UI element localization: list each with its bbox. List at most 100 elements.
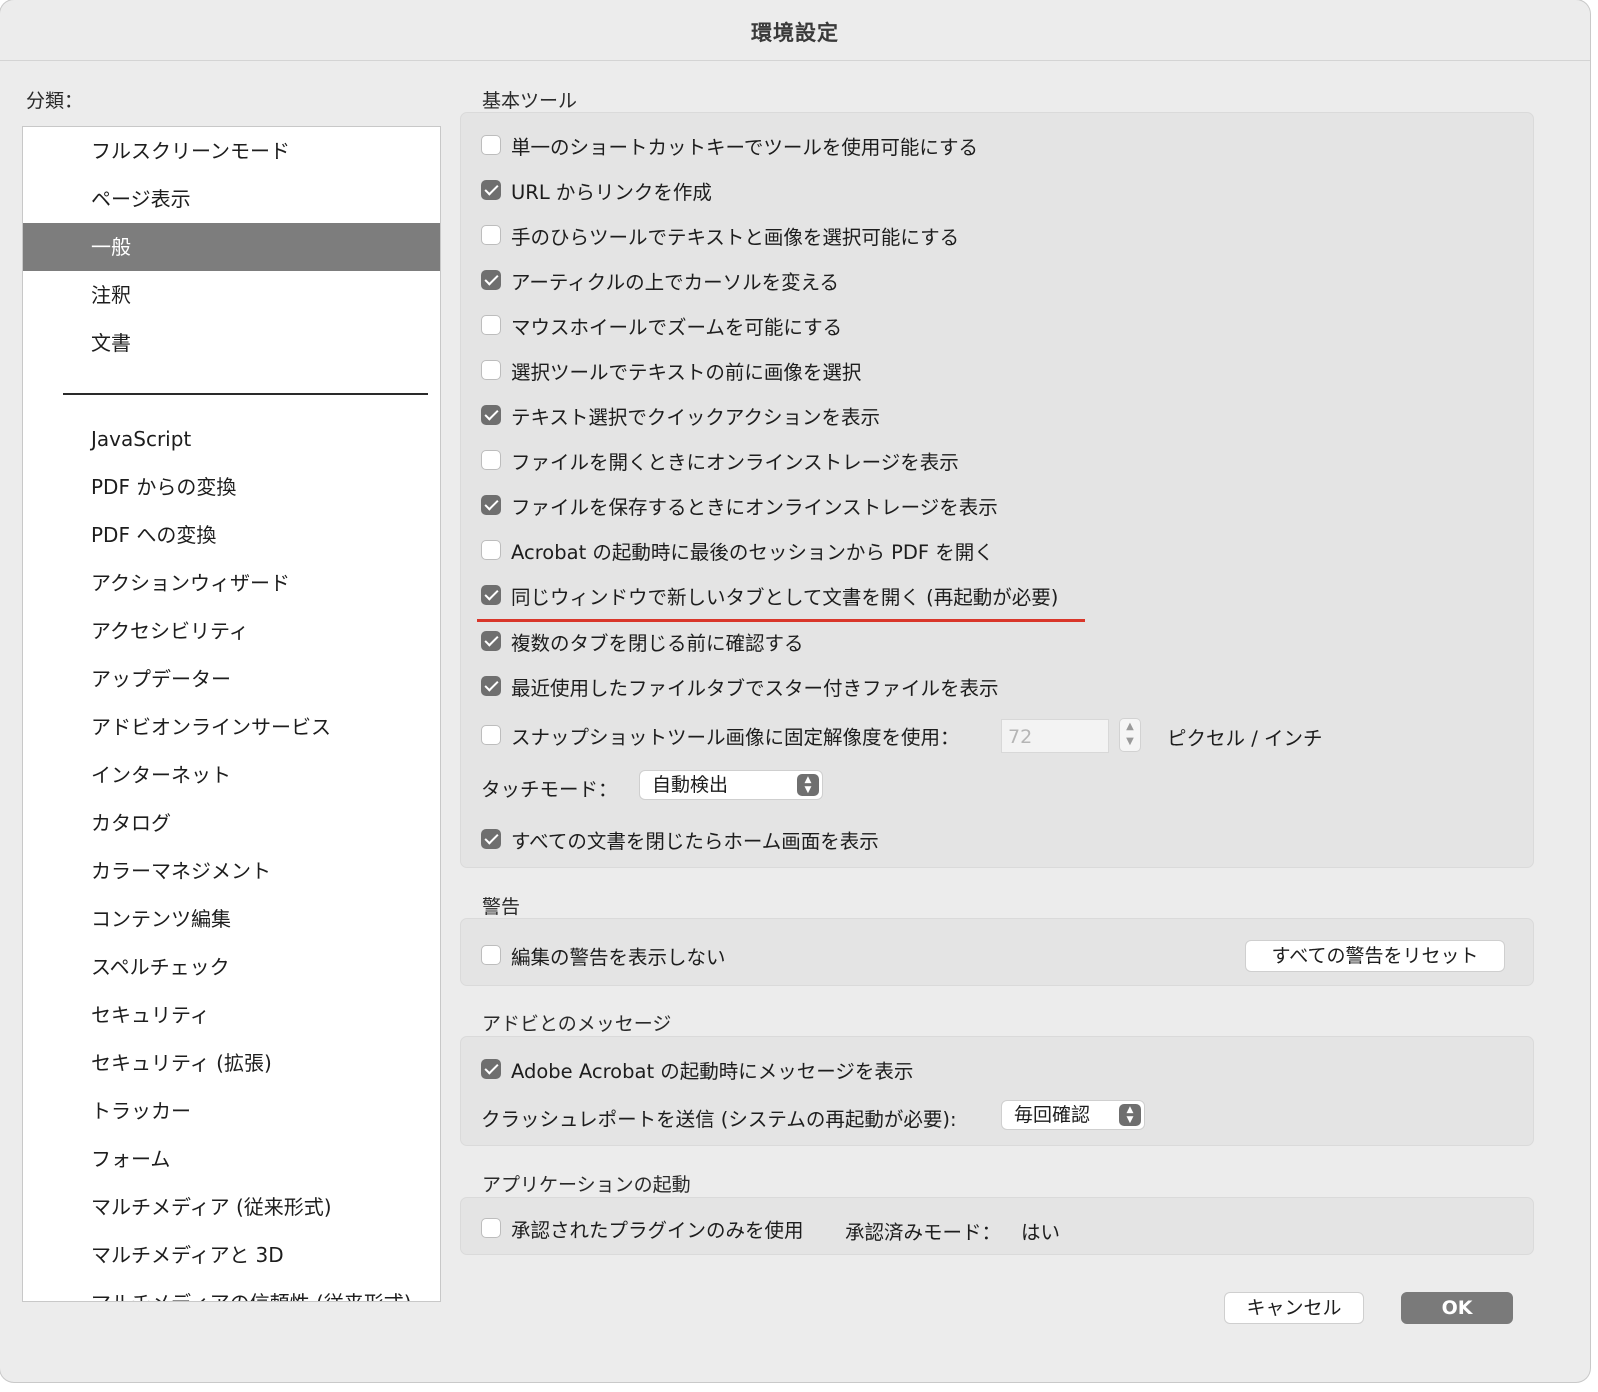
crash-report-label: クラッシュレポートを送信 (システムの再起動が必要): xyxy=(481,1108,957,1131)
touch-mode-select[interactable]: 自動検出 ▲ ▼ xyxy=(639,770,823,800)
red-underline-annotation xyxy=(477,619,1085,622)
checkbox[interactable] xyxy=(481,315,501,335)
sidebar-item[interactable]: マルチメディアと 3D xyxy=(23,1231,440,1279)
option-row[interactable]: テキスト選択でクイックアクションを表示 xyxy=(481,400,880,430)
option-label: Adobe Acrobat の起動時にメッセージを表示 xyxy=(511,1059,914,1083)
section-title-warnings: 警告 xyxy=(482,896,521,918)
option-label: 選択ツールでテキストの前に画像を選択 xyxy=(511,360,862,384)
checkbox[interactable] xyxy=(481,945,501,965)
approved-mode-label: 承認済みモード： xyxy=(845,1221,1002,1244)
cancel-button[interactable]: キャンセル xyxy=(1224,1292,1364,1324)
sidebar-item[interactable]: マルチメディアの信頼性 (従来形式) xyxy=(23,1279,440,1301)
sidebar-item[interactable]: アドビオンラインサービス xyxy=(23,703,440,751)
option-row-highlighted[interactable]: 同じウィンドウで新しいタブとして文書を開く (再起動が必要) xyxy=(481,580,1058,610)
sidebar-item[interactable]: ページ表示 xyxy=(23,175,440,223)
option-label: アーティクルの上でカーソルを変える xyxy=(511,270,839,294)
sidebar-item[interactable]: マルチメディア (従来形式) xyxy=(23,1183,440,1231)
option-row[interactable]: すべての文書を閉じたらホーム画面を表示 xyxy=(481,824,879,854)
option-row[interactable]: アーティクルの上でカーソルを変える xyxy=(481,265,839,295)
chevron-updown-icon: ▲ ▼ xyxy=(797,774,819,796)
resolution-field[interactable]: 72 xyxy=(1001,719,1109,753)
ok-button[interactable]: OK xyxy=(1401,1292,1513,1324)
crash-report-select[interactable]: 毎回確認 ▲ ▼ xyxy=(1001,1100,1145,1130)
option-row[interactable]: マウスホイールでズームを可能にする xyxy=(481,310,842,340)
option-label: マウスホイールでズームを可能にする xyxy=(511,315,843,339)
option-row[interactable]: URL からリンクを作成 xyxy=(481,175,712,205)
option-label: テキスト選択でクイックアクションを表示 xyxy=(511,405,880,429)
sidebar-item[interactable]: トラッカー xyxy=(23,1087,440,1135)
checkbox[interactable] xyxy=(481,495,501,515)
option-row[interactable]: ファイルを保存するときにオンラインストレージを表示 xyxy=(481,490,998,520)
option-row[interactable]: 複数のタブを閉じる前に確認する xyxy=(481,626,804,656)
sidebar-item[interactable]: PDF への変換 xyxy=(23,511,440,559)
checkbox[interactable] xyxy=(481,180,501,200)
warnings-group: 編集の警告を表示しない すべての警告をリセット xyxy=(460,918,1534,986)
option-label: 編集の警告を表示しない xyxy=(511,945,726,969)
option-row[interactable]: 選択ツールでテキストの前に画像を選択 xyxy=(481,355,861,385)
option-label: ファイルを開くときにオンラインストレージを表示 xyxy=(511,450,959,474)
basic-tools-group: 単一のショートカットキーでツールを使用可能にする URL からリンクを作成 手の… xyxy=(460,112,1534,868)
preferences-window: 環境設定 分類： フルスクリーンモード ページ表示 一般 注釈 文書 JavaS… xyxy=(0,0,1590,1382)
checkbox[interactable] xyxy=(481,360,501,380)
startup-group: 承認されたプラグインのみを使用 承認済みモード： はい xyxy=(460,1197,1534,1255)
checkbox[interactable] xyxy=(481,676,501,696)
sidebar-item[interactable]: フォーム xyxy=(23,1135,440,1183)
sidebar-item[interactable]: 注釈 xyxy=(23,271,440,319)
checkbox[interactable] xyxy=(481,725,501,745)
section-title-basic-tools: 基本ツール xyxy=(482,90,578,112)
checkbox[interactable] xyxy=(481,1218,501,1238)
option-row[interactable]: 手のひらツールでテキストと画像を選択可能にする xyxy=(481,220,959,250)
checkbox[interactable] xyxy=(481,135,501,155)
sidebar-item[interactable]: フルスクリーンモード xyxy=(23,127,440,175)
resolution-stepper[interactable]: ▲ ▼ xyxy=(1119,718,1141,752)
checkbox[interactable] xyxy=(481,631,501,651)
sidebar-item[interactable]: インターネット xyxy=(23,751,440,799)
touch-mode-label: タッチモード： xyxy=(481,778,618,801)
messages-group: Adobe Acrobat の起動時にメッセージを表示 クラッシュレポートを送信… xyxy=(460,1036,1534,1146)
option-label: 承認されたプラグインのみを使用 xyxy=(511,1218,804,1242)
sidebar-item[interactable]: セキュリティ xyxy=(23,991,440,1039)
category-list[interactable]: フルスクリーンモード ページ表示 一般 注釈 文書 JavaScript PDF… xyxy=(22,126,441,1302)
chevron-updown-icon: ▲ ▼ xyxy=(1119,1104,1141,1126)
section-title-startup: アプリケーションの起動 xyxy=(482,1174,691,1196)
reset-warnings-button[interactable]: すべての警告をリセット xyxy=(1245,940,1505,972)
sidebar-item[interactable]: カラーマネジメント xyxy=(23,847,440,895)
checkbox[interactable] xyxy=(481,1059,501,1079)
option-row[interactable]: Acrobat の起動時に最後のセッションから PDF を開く xyxy=(481,535,994,565)
option-label: URL からリンクを作成 xyxy=(511,180,712,204)
option-label: スナップショットツール画像に固定解像度を使用： xyxy=(511,725,960,749)
checkbox[interactable] xyxy=(481,405,501,425)
sidebar-item-selected[interactable]: 一般 xyxy=(23,223,440,271)
checkbox[interactable] xyxy=(481,829,501,849)
option-label: 単一のショートカットキーでツールを使用可能にする xyxy=(511,135,979,159)
sidebar-item[interactable]: アップデーター xyxy=(23,655,440,703)
option-row[interactable]: Adobe Acrobat の起動時にメッセージを表示 xyxy=(481,1054,913,1084)
sidebar-item[interactable]: 文書 xyxy=(23,319,440,367)
checkbox[interactable] xyxy=(481,450,501,470)
option-label: 同じウィンドウで新しいタブとして文書を開く (再起動が必要) xyxy=(511,585,1059,609)
option-row[interactable]: 承認されたプラグインのみを使用 xyxy=(481,1213,804,1243)
option-label: Acrobat の起動時に最後のセッションから PDF を開く xyxy=(511,540,994,564)
checkbox[interactable] xyxy=(481,585,501,605)
sidebar-item[interactable]: アクセシビリティ xyxy=(23,607,440,655)
crash-report-value: 毎回確認 xyxy=(1014,1104,1091,1126)
window-title: 環境設定 xyxy=(751,21,839,45)
option-row[interactable]: 編集の警告を表示しない xyxy=(481,940,726,970)
snapshot-row[interactable]: スナップショットツール画像に固定解像度を使用： xyxy=(481,720,960,750)
sidebar-item[interactable]: JavaScript xyxy=(23,415,440,463)
sidebar-item[interactable]: PDF からの変換 xyxy=(23,463,440,511)
checkbox[interactable] xyxy=(481,270,501,290)
checkbox[interactable] xyxy=(481,225,501,245)
option-row[interactable]: ファイルを開くときにオンラインストレージを表示 xyxy=(481,445,959,475)
option-row[interactable]: 最近使用したファイルタブでスター付きファイルを表示 xyxy=(481,671,999,701)
option-row[interactable]: 単一のショートカットキーでツールを使用可能にする xyxy=(481,130,978,160)
option-label: 手のひらツールでテキストと画像を選択可能にする xyxy=(511,225,960,249)
sidebar-item[interactable]: アクションウィザード xyxy=(23,559,440,607)
sidebar-item[interactable]: スペルチェック xyxy=(23,943,440,991)
category-label: 分類： xyxy=(26,90,84,112)
checkbox[interactable] xyxy=(481,540,501,560)
sidebar-item[interactable]: セキュリティ (拡張) xyxy=(23,1039,440,1087)
option-label: すべての文書を閉じたらホーム画面を表示 xyxy=(511,829,879,853)
sidebar-item[interactable]: カタログ xyxy=(23,799,440,847)
sidebar-item[interactable]: コンテンツ編集 xyxy=(23,895,440,943)
